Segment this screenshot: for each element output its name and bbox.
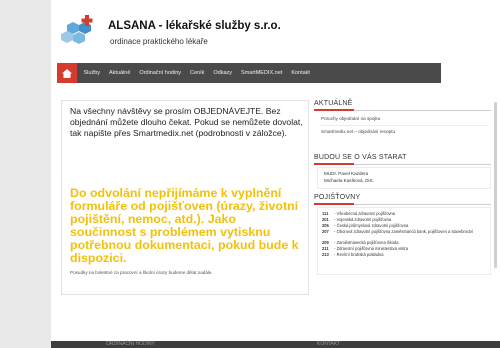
site-title[interactable]: ALSANA - lékařské služby s.r.o. <box>108 20 281 32</box>
logo[interactable] <box>59 13 103 47</box>
scrollbar-thumb[interactable] <box>494 102 497 268</box>
divider <box>321 125 489 126</box>
home-icon <box>62 68 72 78</box>
insurance-item[interactable]: 207 - Oborová zdravotní pojišťovna zaměs… <box>322 229 486 234</box>
title-accent <box>314 163 354 165</box>
widget-title-staff: BUDOU SE O VÁS STARAT <box>314 154 407 161</box>
footer: ORDINAČNÍ HODINY KONTAKT <box>51 341 500 348</box>
nav-item-smartmedix[interactable]: SmartMEDIX.net <box>237 70 287 76</box>
insurance-item[interactable]: 213 - Revírní bratrská pokladna <box>322 252 384 257</box>
insurance-item[interactable]: 209 - Zaměstnanecká pojišťovna Škoda <box>322 240 398 245</box>
footer-title-contact: KONTAKT <box>317 341 341 347</box>
ordering-notice: Na všechny návštěvy se prosím OBJEDNÁVEJ… <box>70 106 303 138</box>
insurance-list: 111 - Všeobecná zdravotní pojišťovna 201… <box>317 207 491 275</box>
nav-item-sluzby[interactable]: Služby <box>79 70 105 76</box>
insurance-item[interactable]: 211 - Zdravotní pojišťovna ministerstva … <box>322 246 408 251</box>
nav-item-aktualne[interactable]: Aktuálně <box>105 70 135 76</box>
footer-title-hours: ORDINAČNÍ HODINY <box>106 341 155 347</box>
title-accent <box>314 109 354 111</box>
news-link[interactable]: Poruchy objednání na spojku <box>321 116 380 121</box>
nav-item-odkazy[interactable]: Odkazy <box>209 70 237 76</box>
insurance-item[interactable]: 205 - Česká průmyslová zdravotní pojišťo… <box>322 223 408 228</box>
staff-box: MUDr. Pavel Kazdera Michaela Kasíková, D… <box>317 167 491 189</box>
small-note: Posudky na bolestné za pracovní a školní… <box>70 270 213 275</box>
nav-home-button[interactable] <box>57 63 77 83</box>
title-accent <box>314 203 354 205</box>
staff-doctor: MUDr. Pavel Kazdera <box>324 171 369 176</box>
widget-title-news: AKTUÁLNĚ <box>314 100 353 107</box>
page-container: ALSANA - lékařské služby s.r.o. ordinace… <box>51 0 500 348</box>
insurance-item[interactable]: 111 - Všeobecná zdravotní pojišťovna <box>322 211 395 216</box>
forms-announcement: Do odvolání nepřijímáme k vyplnění formu… <box>70 186 299 265</box>
nav-item-cenik[interactable]: Ceník <box>186 70 209 76</box>
nav-item-ordinacni-hodiny[interactable]: Ordinační hodiny <box>135 70 186 76</box>
news-link[interactable]: Smartmedix.net – objednání receptu <box>321 129 395 134</box>
site-subtitle: ordinace praktického lékaře <box>110 37 208 46</box>
staff-nurse: Michaela Kasíková, DiS. <box>324 178 374 183</box>
insurance-item[interactable]: 201 - Vojenská zdravotní pojišťovna <box>322 217 391 222</box>
main-content: Na všechny návštěvy se prosím OBJEDNÁVEJ… <box>61 100 309 295</box>
widget-title-insurance: POJIŠŤOVNY <box>314 194 361 201</box>
main-navbar: Služby Aktuálně Ordinační hodiny Ceník O… <box>57 63 441 83</box>
nav-item-kontakt[interactable]: Kontakt <box>287 70 315 76</box>
